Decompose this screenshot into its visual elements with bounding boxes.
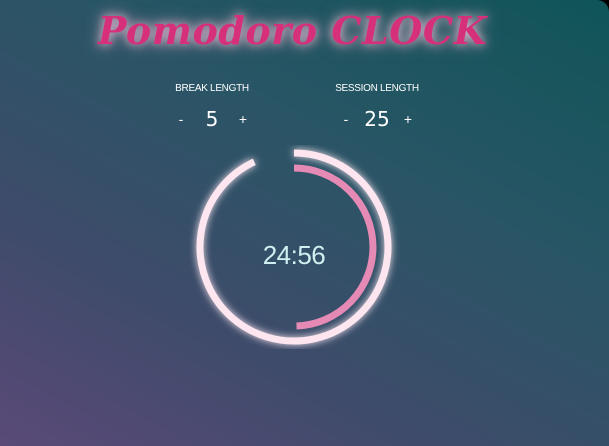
pomodoro-app: Pomodoro CLOCK BREAK LENGTH - 5 + SESSIO… [0,0,609,446]
break-decrement-button[interactable]: - [167,111,195,127]
break-length-label: BREAK LENGTH [175,83,249,94]
break-length-value: 5 [205,107,219,131]
break-length-control: BREAK LENGTH - 5 + [142,82,282,132]
session-length-label: SESSION LENGTH [335,83,419,94]
session-length-row: - 25 + [307,106,447,132]
break-length-row: - 5 + [142,106,282,132]
session-length-control: SESSION LENGTH - 25 + [307,82,447,132]
app-title: Pomodoro CLOCK [97,8,488,53]
session-increment-button[interactable]: + [394,111,422,127]
time-display[interactable]: 24:56 [187,240,401,271]
session-length-value: 25 [364,107,390,131]
timer-clock[interactable]: 24:56 [187,145,401,349]
session-decrement-button[interactable]: - [332,111,360,127]
break-increment-button[interactable]: + [229,111,257,127]
